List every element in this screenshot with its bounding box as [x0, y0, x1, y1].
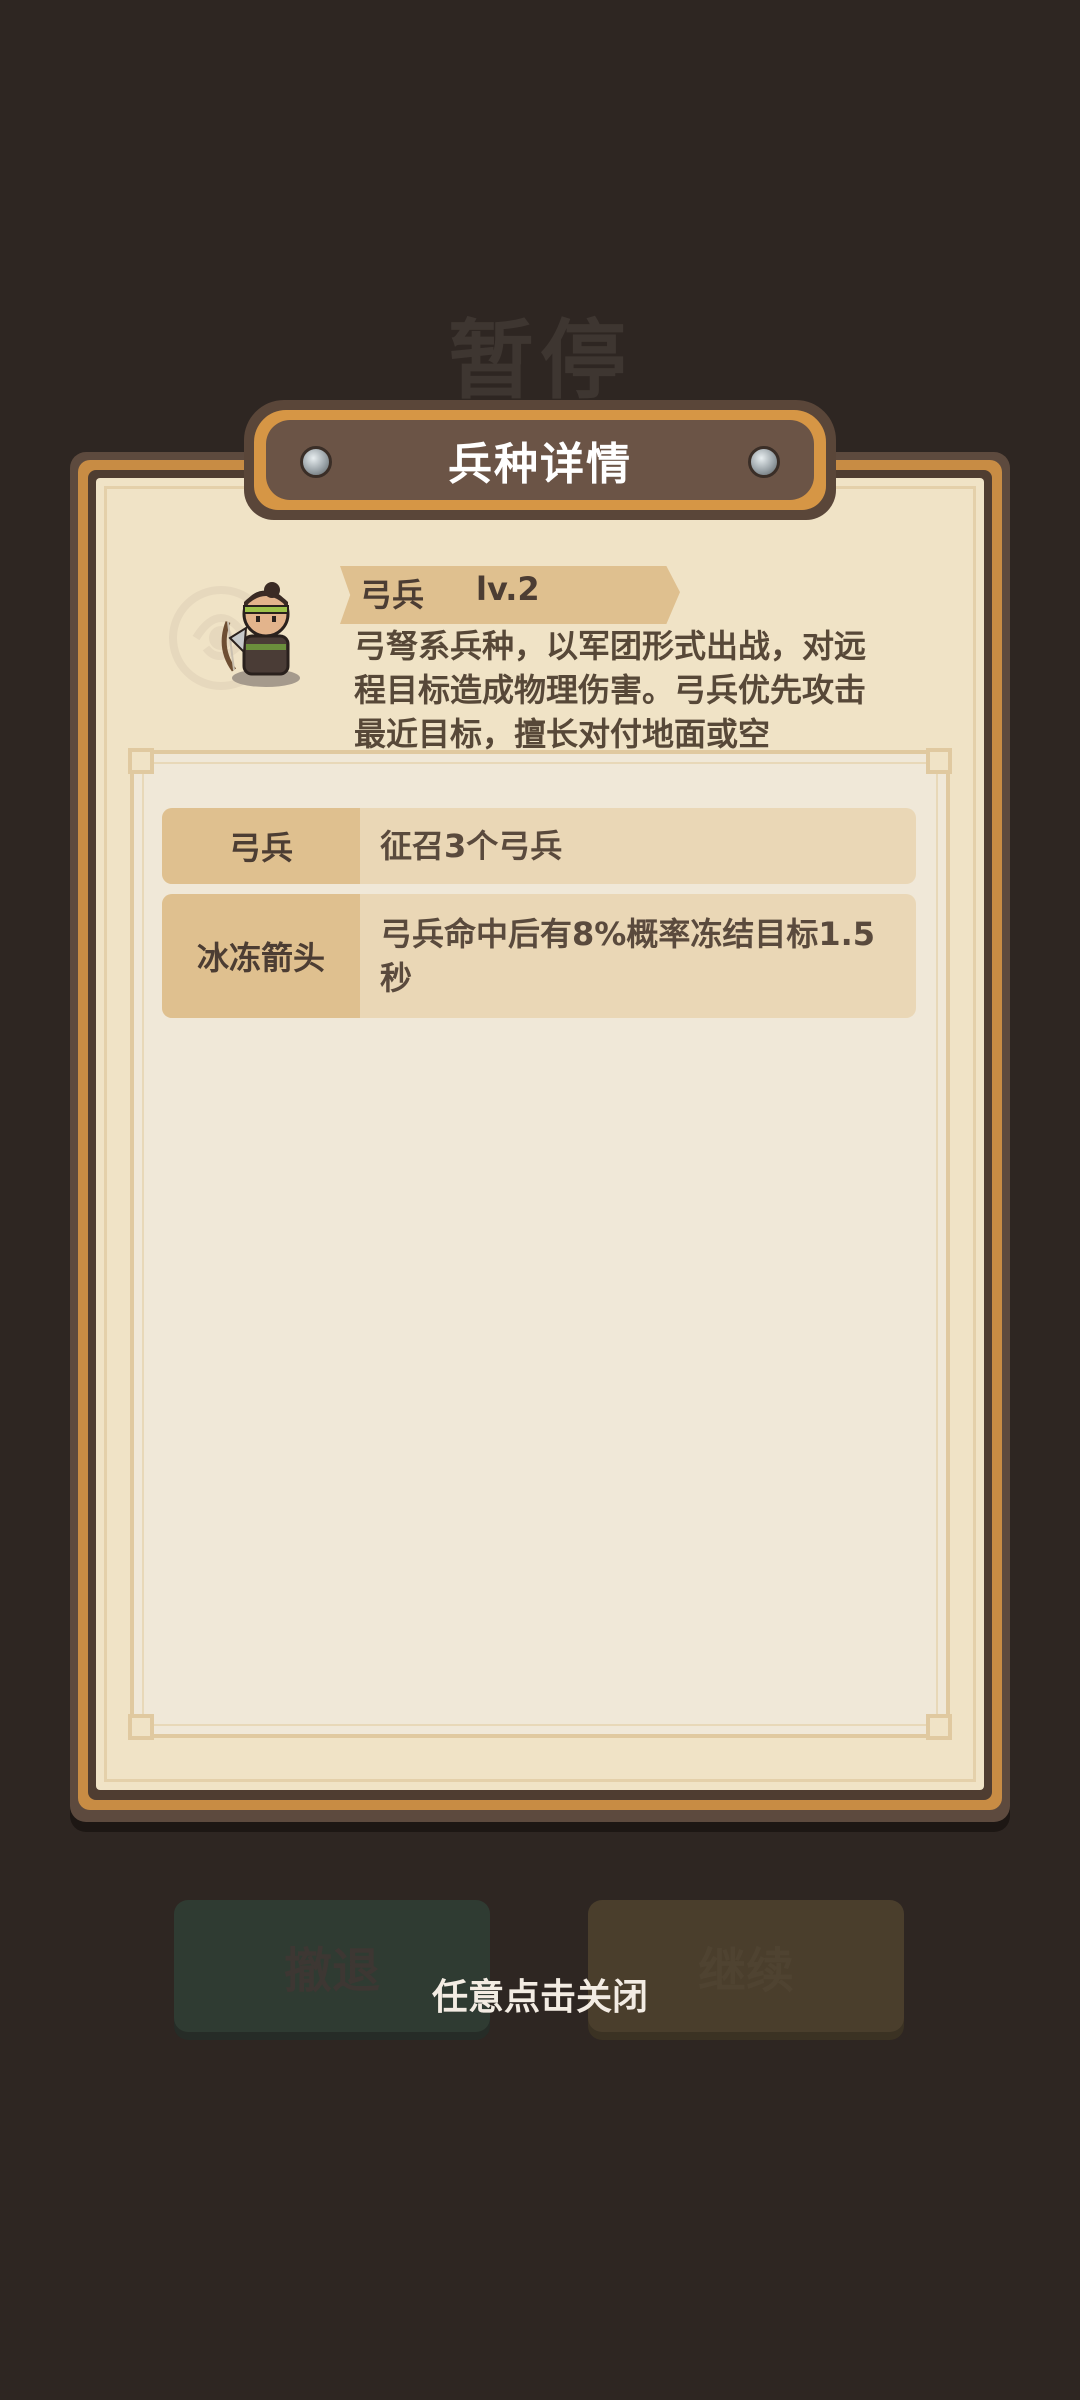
pause-title: 暂停	[448, 311, 632, 411]
board-corner	[128, 1714, 154, 1740]
skill-label: 冰冻箭头	[162, 894, 360, 1018]
board-corner	[926, 1714, 952, 1740]
skill-row: 弓兵 征召3个弓兵	[162, 808, 916, 884]
title-plaque: 兵种详情	[266, 420, 814, 500]
skill-row: 冰冻箭头 弓兵命中后有8%概率冻结目标1.5秒	[162, 894, 916, 1018]
rivet-icon	[300, 446, 332, 478]
panel-title: 兵种详情	[448, 439, 632, 490]
skill-text: 弓兵命中后有8%概率冻结目标1.5秒	[380, 915, 876, 997]
rivet-icon	[748, 446, 780, 478]
board-corner	[128, 748, 154, 774]
unit-description: 弓弩系兵种，以军团形式出战，对远程目标造成物理伤害。弓兵优先攻击最近目标，擅长对…	[354, 627, 867, 753]
board-corner	[926, 748, 952, 774]
unit-description-scroll[interactable]: 弓弩系兵种，以军团形式出战，对远程目标造成物理伤害。弓兵优先攻击最近目标，擅长对…	[354, 624, 894, 754]
archer-avatar	[221, 582, 300, 687]
skill-label: 弓兵	[162, 808, 360, 884]
unit-level: lv.2	[476, 570, 540, 608]
unit-name: 弓兵	[360, 576, 425, 614]
skill-text: 征召3个弓兵	[380, 827, 563, 865]
tap-to-close-hint[interactable]: 任意点击关闭	[0, 1968, 1080, 2020]
